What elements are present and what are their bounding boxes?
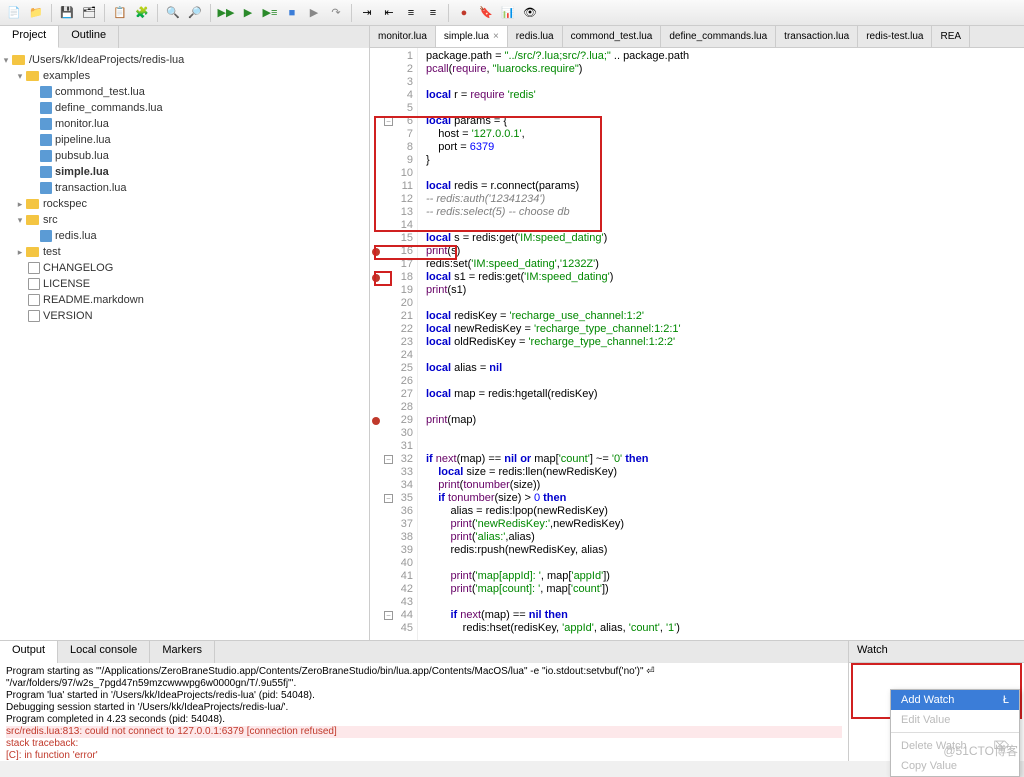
tab-markers[interactable]: Markers [150, 641, 215, 663]
find-icon[interactable]: 🔍 [163, 3, 183, 23]
project-tree: ▾/Users/kk/IdeaProjects/redis-lua ▾examp… [0, 48, 369, 640]
new-file-icon[interactable]: 📄 [4, 3, 24, 23]
open-icon[interactable]: 📁 [26, 3, 46, 23]
tab-outline[interactable]: Outline [59, 26, 119, 48]
file-pubsub.lua[interactable]: pubsub.lua [0, 148, 369, 164]
editor-tab-redis.lua[interactable]: redis.lua [508, 26, 563, 47]
project-icon[interactable]: 📋 [110, 3, 130, 23]
file-pipeline.lua[interactable]: pipeline.lua [0, 132, 369, 148]
folder-src[interactable]: ▾src [0, 212, 369, 228]
run-to-icon[interactable]: ▶≡ [260, 3, 280, 23]
watch-context-menu: Add WatchŁ Edit Value Delete Watch⌦ Copy… [890, 689, 1020, 777]
editor-tab-monitor.lua[interactable]: monitor.lua [370, 26, 436, 47]
menu-copy-value: Copy Value [891, 756, 1019, 776]
step-out-icon[interactable]: ⇤ [379, 3, 399, 23]
run-icon[interactable]: ▶▶ [216, 3, 236, 23]
stack-icon[interactable]: 📊 [498, 3, 518, 23]
file-monitor.lua[interactable]: monitor.lua [0, 116, 369, 132]
folder-examples[interactable]: ▾examples [0, 68, 369, 84]
tab-project[interactable]: Project [0, 26, 59, 48]
stop-icon[interactable]: ■ [282, 3, 302, 23]
bookmark-icon[interactable]: 🔖 [476, 3, 496, 23]
main-toolbar: 📄 📁 💾 🗂 📋 🧩 🔍 🔎 ▶▶ ▶ ▶≡ ■ ▶ ↷ ⇥ ⇤ ≡ ≡ ● … [0, 0, 1024, 26]
editor-tab-REA[interactable]: REA [932, 26, 970, 47]
watch-header: Watch [849, 641, 1024, 663]
code-area[interactable]: 12345−6789101112131415161718192021222324… [370, 48, 1024, 640]
menu-delete-watch: Delete Watch⌦ [891, 735, 1019, 756]
watch-icon[interactable]: 👁 [520, 3, 540, 23]
output-panel: Output Local console Markers Program sta… [0, 641, 849, 761]
editor-tab-simple.lua[interactable]: simple.lua× [436, 26, 508, 47]
debug-icon[interactable]: ▶ [238, 3, 258, 23]
save-all-icon[interactable]: 🗂 [79, 3, 99, 23]
file-simple.lua[interactable]: simple.lua [0, 164, 369, 180]
config-icon[interactable]: 🧩 [132, 3, 152, 23]
outdent-icon[interactable]: ≡ [423, 3, 443, 23]
file-README.markdown[interactable]: README.markdown [0, 292, 369, 308]
watch-body[interactable]: Add WatchŁ Edit Value Delete Watch⌦ Copy… [849, 663, 1024, 761]
editor-tab-commond_test.lua[interactable]: commond_test.lua [563, 26, 662, 47]
editor-tabs: monitor.luasimple.lua×redis.luacommond_t… [370, 26, 1024, 48]
editor-tab-transaction.lua[interactable]: transaction.lua [776, 26, 858, 47]
file-commond_test.lua[interactable]: commond_test.lua [0, 84, 369, 100]
tab-output[interactable]: Output [0, 641, 58, 663]
file-define_commands.lua[interactable]: define_commands.lua [0, 100, 369, 116]
watch-panel: Watch Add WatchŁ Edit Value Delete Watch… [849, 641, 1024, 761]
folder-rockspec[interactable]: ▸rockspec [0, 196, 369, 212]
menu-add-watch[interactable]: Add WatchŁ [891, 690, 1019, 710]
step-over-icon[interactable]: ↷ [326, 3, 346, 23]
file-LICENSE[interactable]: LICENSE [0, 276, 369, 292]
tree-root[interactable]: ▾/Users/kk/IdeaProjects/redis-lua [0, 52, 369, 68]
editor-tab-redis-test.lua[interactable]: redis-test.lua [858, 26, 932, 47]
step-into-icon[interactable]: ⇥ [357, 3, 377, 23]
folder-test[interactable]: ▸test [0, 244, 369, 260]
file-transaction.lua[interactable]: transaction.lua [0, 180, 369, 196]
file-CHANGELOG[interactable]: CHANGELOG [0, 260, 369, 276]
file-VERSION[interactable]: VERSION [0, 308, 369, 324]
sidebar: Project Outline ▾/Users/kk/IdeaProjects/… [0, 26, 370, 640]
editor: monitor.luasimple.lua×redis.luacommond_t… [370, 26, 1024, 640]
menu-edit-value: Edit Value [891, 710, 1019, 730]
close-icon[interactable]: × [493, 31, 499, 42]
save-icon[interactable]: 💾 [57, 3, 77, 23]
output-text[interactable]: Program starting as '"/Applications/Zero… [0, 663, 848, 761]
breakpoint-icon[interactable]: ● [454, 3, 474, 23]
file-redis.lua[interactable]: redis.lua [0, 228, 369, 244]
tab-local-console[interactable]: Local console [58, 641, 150, 663]
editor-tab-define_commands.lua[interactable]: define_commands.lua [661, 26, 776, 47]
replace-icon[interactable]: 🔎 [185, 3, 205, 23]
pause-icon[interactable]: ▶ [304, 3, 324, 23]
indent-icon[interactable]: ≡ [401, 3, 421, 23]
